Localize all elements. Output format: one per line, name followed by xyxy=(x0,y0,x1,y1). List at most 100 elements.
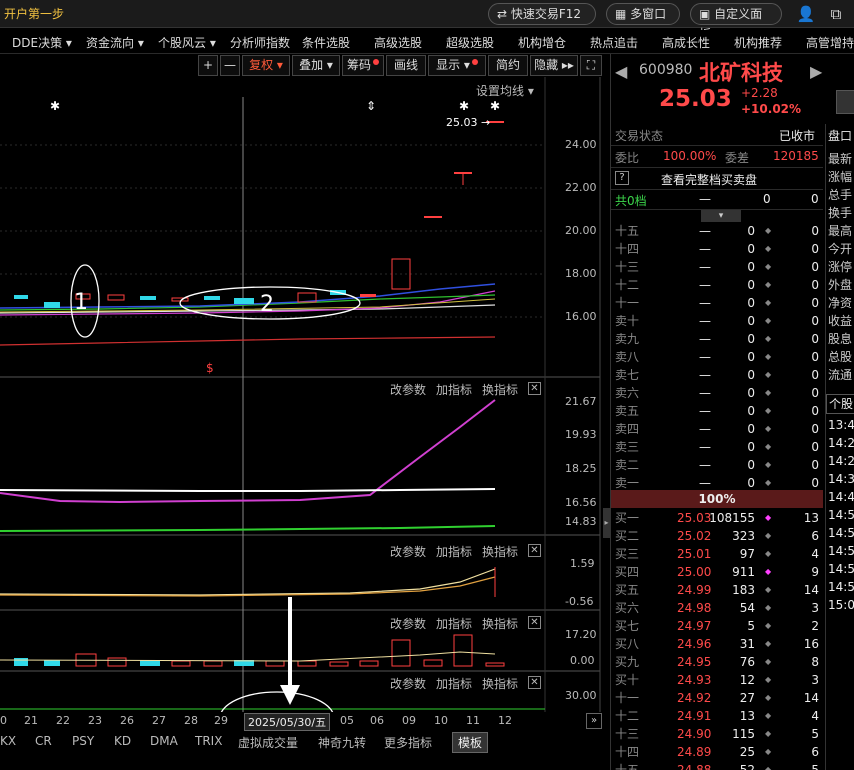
side-label[interactable]: 盘口 xyxy=(828,127,852,144)
sell-level-row[interactable]: 卖九 — 0 0 ◆ xyxy=(611,330,821,348)
buy-level-row[interactable]: 买三 25.01 97 4 ◆ xyxy=(611,545,821,563)
side-tab-stock[interactable]: 个股 xyxy=(826,394,854,414)
sell-level-row[interactable]: 十二 — 0 0 ◆ xyxy=(611,276,821,294)
menu-super-select[interactable]: 超级选股 xyxy=(446,34,494,51)
buy-level-row[interactable]: 十一 24.92 27 14 ◆ xyxy=(611,689,821,707)
menu-advanced-select[interactable]: 高级选股 xyxy=(374,34,422,51)
self-select-button[interactable] xyxy=(836,90,854,114)
display-button[interactable]: 显示 ▾ xyxy=(428,55,486,76)
chart-area[interactable]: 设置均线 ▾ ✱ ⇕ ✱ ✱ 25.03 → $ 1 2 24.00 22.00… xyxy=(0,77,604,745)
custom-panel-button[interactable]: ▣ 自定义面板 xyxy=(690,3,782,41)
tab-template[interactable]: 模板 xyxy=(452,732,489,753)
side-label: 总股 xyxy=(828,350,853,364)
side-label: 最高 xyxy=(828,224,853,238)
menu-exec-increase[interactable]: 高管增持 xyxy=(806,34,854,51)
close-icon[interactable]: ✕ xyxy=(528,616,541,629)
edit-params-button[interactable]: 改参数 xyxy=(390,381,426,398)
sell-level-row[interactable]: 卖五 — 0 0 ◆ xyxy=(611,402,821,420)
tab-cr[interactable]: CR xyxy=(35,734,52,748)
sell-level-row[interactable]: 卖六 — 0 0 ◆ xyxy=(611,384,821,402)
menu-inst-recommend[interactable]: 机构推荐 xyxy=(734,34,782,51)
menu-high-growth[interactable]: 高成长性 xyxy=(662,34,710,51)
buy-level-row[interactable]: 买一 25.03 108155 13 ◆ xyxy=(611,509,821,527)
tab-virtual-volume[interactable]: 虚拟成交量 xyxy=(238,734,298,751)
sell-level-row[interactable]: 卖四 — 0 0 ◆ xyxy=(611,420,821,438)
buy-level-row[interactable]: 买七 24.97 5 2 ◆ xyxy=(611,617,821,635)
restore-window-icon[interactable]: ⧉ xyxy=(826,4,846,24)
buy-level-row[interactable]: 十三 24.90 115 5 ◆ xyxy=(611,725,821,743)
full-book-row[interactable]: ? 查看完整档买卖盘 xyxy=(611,168,823,190)
tab-kx[interactable]: KX xyxy=(0,734,16,748)
zoom-in-button[interactable]: + xyxy=(198,55,218,76)
multi-window-button[interactable]: ▦ 多窗口 xyxy=(606,3,680,25)
menu-inst-increase[interactable]: 机构增仓 xyxy=(518,34,566,51)
expand-book-icon[interactable]: ▾ xyxy=(701,210,741,222)
sell-level-row[interactable]: 十三 — 0 0 ◆ xyxy=(611,258,821,276)
collapse-panel-icon[interactable]: ▸ xyxy=(603,508,610,538)
draw-line-button[interactable]: 画线 xyxy=(386,55,426,76)
simple-button[interactable]: 简约 xyxy=(488,55,528,76)
sell-level-row[interactable]: 卖八 — 0 0 ◆ xyxy=(611,348,821,366)
close-icon[interactable]: ✕ xyxy=(528,382,541,395)
buy-level-row[interactable]: 买十 24.93 12 3 ◆ xyxy=(611,671,821,689)
next-stock-icon[interactable]: ▶ xyxy=(810,62,822,81)
level-label: 买八 xyxy=(615,637,640,651)
tab-psy[interactable]: PSY xyxy=(72,734,94,748)
menu-analyst-index[interactable]: 分析师指数 xyxy=(230,34,290,51)
close-icon[interactable]: ✕ xyxy=(528,676,541,689)
menu-condition-select[interactable]: 条件选股 xyxy=(302,34,350,51)
help-icon[interactable]: ? xyxy=(615,171,629,185)
ma-settings-button[interactable]: 设置均线 ▾ xyxy=(476,82,534,99)
zoom-out-button[interactable]: — xyxy=(220,55,240,76)
menu-hot-track[interactable]: 热点追击 xyxy=(590,34,638,51)
close-icon[interactable]: ✕ xyxy=(528,544,541,557)
user-icon[interactable]: 👤 xyxy=(796,4,816,24)
menu-dde[interactable]: DDE决策 ▾ xyxy=(12,34,72,51)
change-indicator-button[interactable]: 换指标 xyxy=(482,615,518,632)
full-book-link[interactable]: 查看完整档买卖盘 xyxy=(661,171,757,188)
tab-trix[interactable]: TRIX xyxy=(195,734,222,748)
buy-level-row[interactable]: 买四 25.00 911 9 ◆ xyxy=(611,563,821,581)
quick-trade-button[interactable]: ⇄ 快速交易F12 xyxy=(488,3,596,25)
prev-stock-icon[interactable]: ◀ xyxy=(615,62,627,81)
change-indicator-button[interactable]: 换指标 xyxy=(482,543,518,560)
buy-level-row[interactable]: 买二 25.02 323 6 ◆ xyxy=(611,527,821,545)
menu-stock-news[interactable]: 个股风云 ▾ xyxy=(158,34,216,51)
edit-params-button[interactable]: 改参数 xyxy=(390,675,426,692)
tab-dma[interactable]: DMA xyxy=(150,734,178,748)
sell-level-row[interactable]: 卖七 — 0 0 ◆ xyxy=(611,366,821,384)
level-price: 24.98 xyxy=(677,601,712,615)
add-indicator-button[interactable]: 加指标 xyxy=(436,675,472,692)
edit-params-button[interactable]: 改参数 xyxy=(390,543,426,560)
fuquan-button[interactable]: 复权 ▾ xyxy=(242,55,290,76)
buy-level-row[interactable]: 买六 24.98 54 3 ◆ xyxy=(611,599,821,617)
add-indicator-button[interactable]: 加指标 xyxy=(436,615,472,632)
add-indicator-button[interactable]: 加指标 xyxy=(436,543,472,560)
edit-params-button[interactable]: 改参数 xyxy=(390,615,426,632)
add-indicator-button[interactable]: 加指标 xyxy=(436,381,472,398)
sell-level-row[interactable]: 卖二 — 0 0 ◆ xyxy=(611,456,821,474)
sell-level-row[interactable]: 卖三 — 0 0 ◆ xyxy=(611,438,821,456)
overlay-button[interactable]: 叠加 ▾ xyxy=(292,55,340,76)
sell-level-row[interactable]: 十一 — 0 0 ◆ xyxy=(611,294,821,312)
tab-magic-nine[interactable]: 神奇九转 xyxy=(318,734,366,751)
buy-level-row[interactable]: 买五 24.99 183 14 ◆ xyxy=(611,581,821,599)
buy-level-row[interactable]: 买九 24.95 76 8 ◆ xyxy=(611,653,821,671)
open-account-link[interactable]: 开户第一步 xyxy=(4,5,64,22)
buy-level-row[interactable]: 十四 24.89 25 6 ◆ xyxy=(611,743,821,761)
buy-level-row[interactable]: 十五 24.88 52 5 ◆ xyxy=(611,761,821,770)
hide-button[interactable]: 隐藏 ▸▸ xyxy=(530,55,578,76)
tab-more-indicators[interactable]: 更多指标 xyxy=(384,734,432,751)
sell-level-row[interactable]: 十四 — 0 0 ◆ xyxy=(611,240,821,258)
menu-fund-flow[interactable]: 资金流向 ▾ xyxy=(86,34,144,51)
sell-level-row[interactable]: 十五 — 0 0 ◆ xyxy=(611,222,821,240)
tab-kd[interactable]: KD xyxy=(114,734,131,748)
scroll-right-icon[interactable]: » xyxy=(586,713,602,729)
expand-icon[interactable]: ⛶ xyxy=(580,55,602,76)
chips-button[interactable]: 筹码 xyxy=(342,55,384,76)
change-indicator-button[interactable]: 换指标 xyxy=(482,381,518,398)
buy-level-row[interactable]: 买八 24.96 31 16 ◆ xyxy=(611,635,821,653)
sell-level-row[interactable]: 卖十 — 0 0 ◆ xyxy=(611,312,821,330)
change-indicator-button[interactable]: 换指标 xyxy=(482,675,518,692)
buy-level-row[interactable]: 十二 24.91 13 4 ◆ xyxy=(611,707,821,725)
